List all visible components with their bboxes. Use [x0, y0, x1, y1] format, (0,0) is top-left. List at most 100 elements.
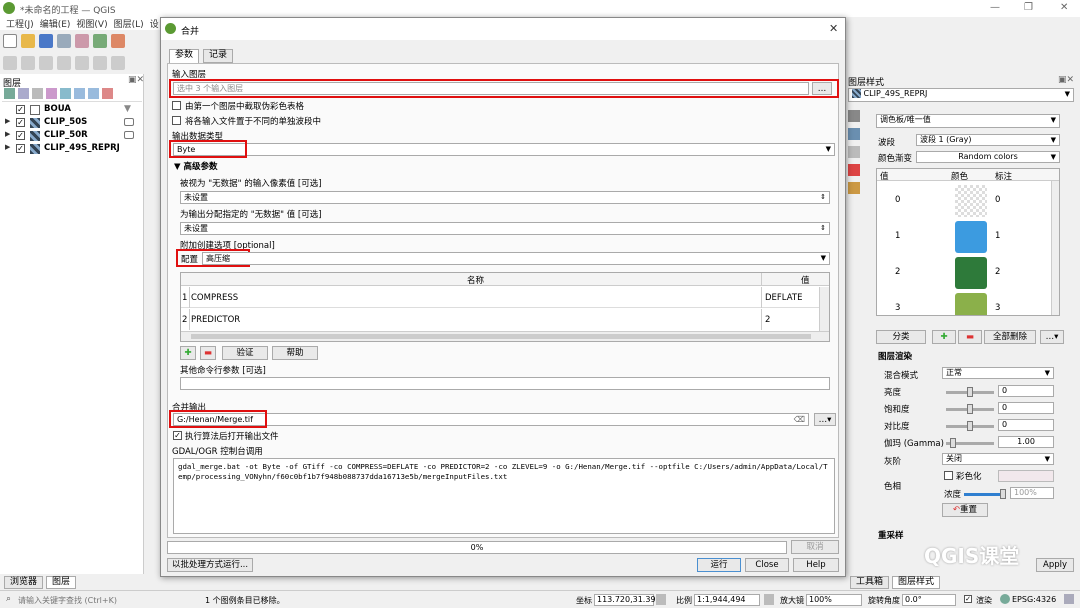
output-type-selector[interactable]: Byte ▼: [173, 143, 835, 156]
expand-all-icon[interactable]: [74, 88, 85, 99]
help-small-button[interactable]: 帮助: [272, 346, 318, 360]
collapse-all-icon[interactable]: [88, 88, 99, 99]
nodata-in-field[interactable]: 未设置 ⇕: [180, 191, 830, 204]
locator-search-input[interactable]: [18, 594, 168, 606]
minimize-icon[interactable]: —: [990, 2, 1000, 13]
delete-icon[interactable]: [93, 56, 107, 70]
output-browse-button[interactable]: …▾: [814, 413, 836, 426]
run-button[interactable]: 运行: [697, 558, 741, 572]
filter-expression-icon[interactable]: [60, 88, 71, 99]
clear-icon[interactable]: ⌫: [794, 414, 805, 425]
menu-settings[interactable]: 设: [150, 20, 159, 30]
histogram-icon[interactable]: [848, 146, 860, 158]
slider-handle[interactable]: [967, 421, 973, 431]
nodata-out-field[interactable]: 未设置 ⇕: [180, 222, 830, 235]
open-project-icon[interactable]: [21, 34, 35, 48]
layout-manager-icon[interactable]: [93, 34, 107, 48]
apply-button[interactable]: Apply: [1036, 558, 1074, 572]
filter-legend-icon[interactable]: [46, 88, 57, 99]
color-ramp-selector[interactable]: Random colors ▼: [916, 151, 1060, 163]
expand-arrow-icon[interactable]: ▶: [5, 117, 10, 125]
vertex-tool-icon[interactable]: [75, 56, 89, 70]
save-project-icon[interactable]: [39, 34, 53, 48]
more-options-button[interactable]: …▾: [1040, 330, 1064, 344]
globe-icon[interactable]: [1000, 594, 1010, 604]
advanced-section-toggle[interactable]: ▼ 高级参数: [174, 160, 218, 172]
classify-button[interactable]: 分类: [876, 330, 926, 344]
menu-edit[interactable]: 编辑(E): [40, 20, 71, 30]
close-button[interactable]: Close: [745, 558, 789, 572]
new-project-icon[interactable]: [3, 34, 17, 48]
layer-row-clip-49s-reprj[interactable]: ▶ ✓ CLIP_49S_REPRJ: [2, 143, 142, 155]
help-button[interactable]: Help: [793, 558, 839, 572]
add-class-icon[interactable]: ✚: [932, 330, 956, 344]
console-command-text[interactable]: gdal_merge.bat -ot Byte -of GTiff -co CO…: [173, 458, 835, 534]
magnifier-field[interactable]: 100%: [806, 594, 862, 606]
class-row[interactable]: 0 0: [877, 183, 1059, 219]
save-as-icon[interactable]: [57, 34, 71, 48]
add-feature-icon[interactable]: [57, 56, 71, 70]
render-checkbox[interactable]: ✓: [964, 595, 972, 603]
class-color-swatch[interactable]: [955, 185, 987, 217]
input-layers-field[interactable]: 选中 3 个输入图层: [173, 82, 809, 95]
remove-layer-icon[interactable]: [102, 88, 113, 99]
print-layout-icon[interactable]: [75, 34, 89, 48]
toggle-extents-icon[interactable]: [656, 594, 666, 605]
expand-arrow-icon[interactable]: ▶: [5, 143, 10, 151]
table-row[interactable]: 1 COMPRESS DEFLATE: [181, 287, 819, 308]
gamma-spinbox[interactable]: 1.00: [998, 436, 1054, 448]
strength-slider[interactable]: [964, 489, 1006, 499]
history-icon[interactable]: [848, 182, 860, 194]
layer-checkbox[interactable]: ✓: [16, 105, 25, 114]
slider-handle[interactable]: [967, 404, 973, 414]
tab-layer-styling[interactable]: 图层样式: [892, 576, 941, 589]
remove-class-icon[interactable]: ▬: [958, 330, 982, 344]
style-manager-icon[interactable]: [848, 164, 860, 176]
band-selector[interactable]: 波段 1 (Gray) ▼: [916, 134, 1060, 146]
menu-project[interactable]: 工程(J): [6, 20, 34, 30]
separate-checkbox[interactable]: [172, 116, 181, 125]
input-layers-browse-button[interactable]: …: [812, 82, 832, 95]
table-vscrollbar[interactable]: [819, 287, 829, 332]
panel-float-icon[interactable]: ▣✕: [128, 75, 144, 85]
layer-row-boua[interactable]: ✓ BOUA ▼: [2, 104, 142, 116]
maximize-icon[interactable]: ❐: [1024, 2, 1033, 13]
layer-selector[interactable]: CLIP_49S_REPRJ ▼: [848, 88, 1074, 102]
contrast-slider[interactable]: [946, 421, 994, 431]
delete-all-button[interactable]: 全部删除: [984, 330, 1036, 344]
lock-scale-icon[interactable]: [764, 594, 774, 605]
slider-handle[interactable]: [950, 438, 956, 448]
menu-layer[interactable]: 图层(L): [114, 20, 144, 30]
slider-handle[interactable]: [1000, 489, 1006, 499]
renderer-selector[interactable]: 调色板/唯一值 ▼: [876, 114, 1060, 128]
output-path-field[interactable]: G:/Henan/Merge.tif ⌫: [173, 413, 809, 426]
blend-mode-selector[interactable]: 正常 ▼: [942, 367, 1054, 379]
add-group-icon[interactable]: [18, 88, 29, 99]
symbology-icon[interactable]: [848, 110, 860, 122]
tab-parameters[interactable]: 参数: [169, 49, 200, 63]
class-color-swatch[interactable]: [955, 257, 987, 289]
gamma-slider[interactable]: [946, 438, 994, 448]
saturation-spinbox[interactable]: 0: [998, 402, 1054, 414]
manage-map-themes-icon[interactable]: [32, 88, 43, 99]
validate-button[interactable]: 验证: [222, 346, 268, 360]
crs-label[interactable]: EPSG:4326: [1012, 595, 1056, 604]
layer-checkbox[interactable]: ✓: [16, 131, 25, 140]
messages-icon[interactable]: [1064, 594, 1074, 604]
spinner-arrows-icon[interactable]: ⇕: [820, 223, 826, 234]
batch-run-button[interactable]: 以批处理方式运行...: [167, 558, 253, 572]
remove-row-icon[interactable]: ▬: [200, 346, 216, 360]
grayscale-selector[interactable]: 关闭 ▼: [942, 453, 1054, 465]
expand-arrow-icon[interactable]: ▶: [5, 130, 10, 138]
transparency-icon[interactable]: [848, 128, 860, 140]
strength-spinbox[interactable]: 100%: [1010, 487, 1054, 499]
panel-float-icon[interactable]: ▣✕: [1058, 75, 1074, 85]
layer-checkbox[interactable]: ✓: [16, 118, 25, 127]
tab-layers[interactable]: 图层: [46, 576, 77, 589]
rotation-field[interactable]: 0.0°: [902, 594, 956, 606]
dialog-close-icon[interactable]: ✕: [829, 22, 838, 35]
class-color-swatch[interactable]: [955, 293, 987, 315]
cut-icon[interactable]: [111, 56, 125, 70]
edit-icon[interactable]: [21, 56, 35, 70]
tab-toolbox[interactable]: 工具箱: [850, 576, 890, 589]
